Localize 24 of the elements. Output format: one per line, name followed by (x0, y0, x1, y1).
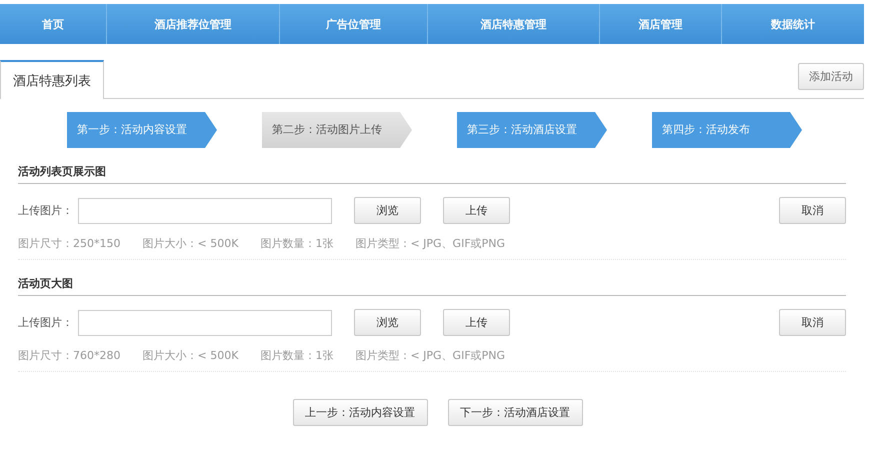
browse-button[interactable]: 浏览 (354, 197, 421, 224)
input-field[interactable] (78, 310, 332, 336)
spec-text: 图片类型：< JPG、GIF或PNG (355, 236, 506, 251)
spec-text: 图片数量：1张 (260, 236, 334, 251)
tab[interactable]: 酒店特惠列表 (0, 60, 104, 99)
field-label: 上传图片： (18, 315, 74, 330)
cancel-button[interactable]: 取消 (779, 309, 846, 336)
section-title: 活动页大图 (18, 260, 846, 296)
browse-button[interactable]: 浏览 (354, 309, 421, 336)
upload-button[interactable]: 上传 (443, 309, 510, 336)
input-field[interactable] (78, 198, 332, 224)
section-title: 活动列表页展示图 (18, 148, 846, 184)
cancel-button[interactable]: 取消 (779, 197, 846, 224)
spec-text: 图片尺寸：760*280 (18, 348, 120, 363)
step-button[interactable]: 上一步：活动内容设置 (292, 399, 428, 426)
field-label: 上传图片： (18, 203, 74, 218)
spec-text: 图片大小：< 500K (142, 348, 238, 363)
step-button[interactable]: 下一步：活动酒店设置 (448, 399, 582, 426)
spec-text: 图片尺寸：250*150 (18, 236, 120, 251)
spec-text: 图片数量：1张 (260, 348, 334, 363)
add-button[interactable]: 添加活动 (798, 63, 864, 90)
spec-text: 图片大小：< 500K (142, 236, 238, 251)
upload-button[interactable]: 上传 (443, 197, 510, 224)
spec-text: 图片类型：< JPG、GIF或PNG (355, 348, 506, 363)
